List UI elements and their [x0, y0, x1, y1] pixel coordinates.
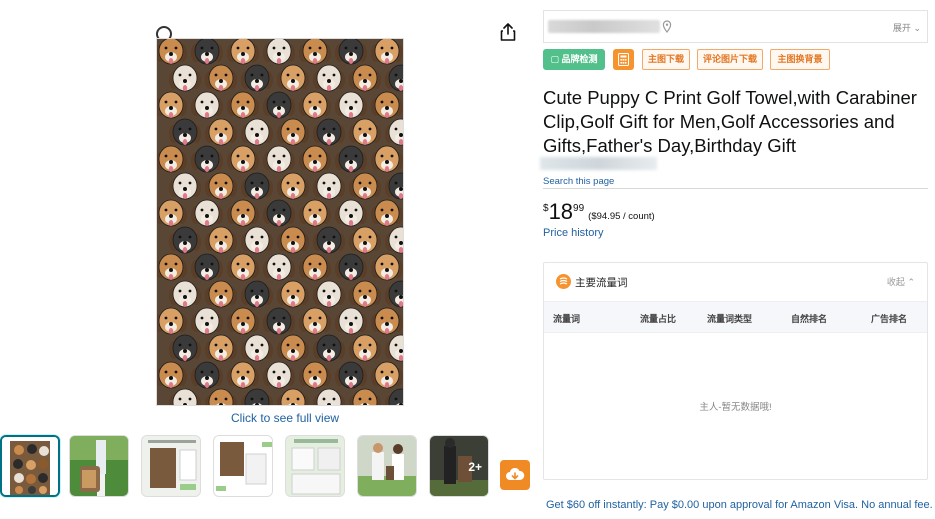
main-product-image[interactable] — [156, 38, 404, 406]
column-header-keyword[interactable]: 流量词 — [553, 312, 580, 325]
cloud-download-icon — [506, 467, 525, 480]
price-history-link[interactable]: Price history — [543, 227, 604, 239]
keywords-table-header: 流量词 流量占比 流量词类型 自然排名 广告排名 — [544, 301, 927, 333]
column-header-keyword-type[interactable]: 流量词类型 — [707, 312, 752, 325]
collapse-label: 收起 — [886, 277, 905, 287]
chevron-up-icon: ⌃ — [907, 277, 915, 287]
checkbox-icon: ▢ — [550, 54, 559, 64]
calculator-icon — [618, 53, 629, 66]
full-view-link[interactable]: Click to see full view — [231, 411, 339, 425]
brand-check-label: 品牌检测 — [561, 54, 598, 64]
thumbnail-golf-couple[interactable] — [357, 435, 417, 497]
empty-state-message: 主人-暂无数据哦! — [699, 402, 772, 413]
brand-check-button[interactable]: ▢ 品牌检测 — [543, 49, 605, 70]
share-icon[interactable] — [498, 22, 518, 42]
panel-header: 主要流量词 收起 ⌃ — [544, 263, 927, 299]
product-title: Cute Puppy C Print Golf Towel,with Carab… — [543, 87, 917, 156]
thumbnail-detail-display[interactable] — [285, 435, 345, 497]
download-main-image-button[interactable]: 主图下载 — [642, 49, 690, 70]
price-currency: $ — [543, 203, 549, 214]
calculator-button[interactable] — [613, 49, 634, 70]
download-review-images-button[interactable]: 评论图片下载 — [697, 49, 763, 70]
expand-label: 展开 — [892, 23, 911, 33]
panel-title: 主要流量词 — [575, 277, 628, 289]
traffic-keywords-panel: 主要流量词 收起 ⌃ 流量词 流量占比 流量词类型 自然排名 广告排名 主人-暂… — [543, 262, 928, 480]
price-fraction: 99 — [573, 203, 585, 214]
collapse-toggle[interactable]: 收起 ⌃ — [887, 275, 915, 288]
product-page: Click to see full view 2+ 展开 ⌄ ▢ 品牌检测 主图… — [0, 0, 935, 519]
thumbnail-golf-bag[interactable]: 2+ — [429, 435, 489, 497]
cloud-download-button[interactable] — [500, 460, 530, 490]
delivery-address-bar[interactable]: 展开 ⌄ — [543, 10, 928, 43]
replace-background-button[interactable]: 主图换背景 — [770, 49, 830, 70]
visa-promo-link[interactable]: Get $60 off instantly: Pay $0.00 upon ap… — [546, 499, 933, 511]
blurred-address — [548, 20, 660, 33]
column-header-ad-rank[interactable]: 广告排名 — [871, 312, 907, 325]
thumbnail-parameters-sheet[interactable] — [141, 435, 201, 497]
search-this-page-link[interactable]: Search this page — [543, 176, 614, 187]
blurred-brand-link[interactable] — [540, 157, 657, 170]
price-whole: 18 — [548, 199, 574, 224]
thumbnail-golfer[interactable] — [69, 435, 129, 497]
chevron-down-icon: ⌄ — [913, 23, 921, 33]
price-block: $1899($94.95 / count) — [543, 199, 655, 225]
thumbnail-towel-size[interactable] — [213, 435, 273, 497]
column-header-traffic-share[interactable]: 流量占比 — [640, 312, 676, 325]
expand-toggle[interactable]: 展开 ⌄ — [893, 21, 921, 34]
location-pin-icon — [662, 20, 672, 33]
more-images-count: 2+ — [468, 460, 482, 474]
thumbnail-dogs[interactable] — [0, 435, 60, 497]
column-header-organic-rank[interactable]: 自然排名 — [791, 312, 827, 325]
divider — [543, 188, 928, 189]
unit-price: ($94.95 / count) — [588, 211, 655, 222]
plugin-logo-icon — [556, 274, 571, 289]
